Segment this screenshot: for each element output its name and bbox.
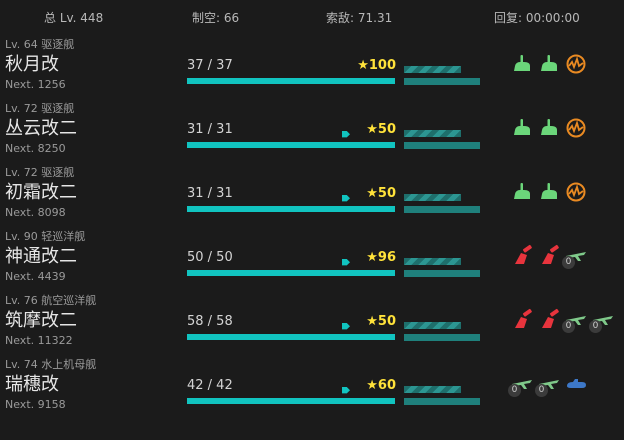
condition-bar [404, 398, 480, 405]
main-gun-icon[interactable] [537, 244, 561, 268]
condition-bar-striped [404, 194, 461, 201]
ship-row[interactable]: Lv. 72 驱逐舰 丛云改二 Next. 8250 31 / 31 ★50 [0, 98, 624, 162]
gun-icon[interactable] [510, 52, 534, 76]
ship-next-exp: Next. 1256 [5, 78, 66, 91]
gun-icon[interactable] [537, 52, 561, 76]
ship-row[interactable]: Lv. 74 水上机母舰 瑞穗改 Next. 9158 42 / 42 ★60 0 0 [0, 354, 624, 418]
ship-morale: ★50 [366, 186, 396, 201]
fleet-summary: 总 Lv. 448 制空: 66 索敌: 71.31 回复: 00:00:00 [0, 0, 624, 34]
ship-next-exp: Next. 9158 [5, 398, 66, 411]
ship-hp-bar [187, 142, 395, 148]
gun-icon[interactable] [510, 180, 534, 204]
condition-bar-striped [404, 322, 461, 329]
ship-morale: ★100 [357, 58, 396, 73]
ship-hp-bar [187, 206, 395, 212]
condition-bar-striped [404, 130, 461, 137]
air-control: 制空: 66 [192, 11, 240, 25]
ship-next-exp: Next. 11322 [5, 334, 73, 347]
main-gun-icon[interactable] [510, 308, 534, 332]
condition-bar [404, 270, 480, 277]
ship-row[interactable]: Lv. 72 驱逐舰 初霜改二 Next. 8098 31 / 31 ★50 [0, 162, 624, 226]
gun-icon[interactable] [537, 180, 561, 204]
ship-hp-text: 58 / 58 [187, 314, 233, 329]
gun-icon[interactable] [537, 116, 561, 140]
ship-morale: ★60 [366, 378, 396, 393]
seaplane-icon[interactable]: 0 [562, 244, 588, 269]
ship-hp-bar [187, 334, 395, 340]
condition-bar [404, 78, 480, 85]
ship-hp-text: 50 / 50 [187, 250, 233, 265]
tag-icon [342, 188, 350, 202]
condition-bar [404, 334, 480, 341]
proficiency-badge: 0 [508, 384, 521, 397]
seaplane-icon[interactable]: 0 [535, 372, 561, 397]
ship-name[interactable]: 秋月改 [5, 50, 59, 76]
ship-hp-text: 42 / 42 [187, 378, 233, 393]
condition-bar-striped [404, 66, 461, 73]
tag-icon [342, 124, 350, 138]
proficiency-badge: 0 [562, 320, 575, 333]
aa-fire-director-icon[interactable] [564, 116, 588, 140]
ship-hp-text: 31 / 31 [187, 122, 233, 137]
ship-row[interactable]: Lv. 76 航空巡洋舰 筑摩改二 Next. 11322 58 / 58 ★50 0 0 [0, 290, 624, 354]
aa-fire-director-icon[interactable] [564, 52, 588, 76]
ship-morale: ★50 [366, 122, 396, 137]
ship-hp-bar [187, 398, 395, 404]
ship-name[interactable]: 神通改二 [5, 242, 77, 268]
main-gun-icon[interactable] [537, 308, 561, 332]
proficiency-badge: 0 [562, 256, 575, 269]
ship-hp-bar [187, 78, 395, 84]
ship-row[interactable]: Lv. 64 驱逐舰 秋月改 Next. 1256 37 / 37 ★100 [0, 34, 624, 98]
seaplane-icon[interactable]: 0 [562, 308, 588, 333]
ship-hp-text: 31 / 31 [187, 186, 233, 201]
repair-timer: 回复: 00:00:00 [494, 11, 580, 25]
seaplane-icon[interactable]: 0 [589, 308, 615, 333]
submarine-icon[interactable] [564, 372, 588, 396]
ship-row[interactable]: Lv. 90 轻巡洋舰 神通改二 Next. 4439 50 / 50 ★96 0 [0, 226, 624, 290]
tag-icon [342, 380, 350, 394]
ship-name[interactable]: 瑞穗改 [5, 370, 59, 396]
ship-hp-text: 37 / 37 [187, 58, 233, 73]
aa-fire-director-icon[interactable] [564, 180, 588, 204]
gun-icon[interactable] [510, 116, 534, 140]
ship-name[interactable]: 初霜改二 [5, 178, 77, 204]
ship-next-exp: Next. 4439 [5, 270, 66, 283]
condition-bar [404, 142, 480, 149]
tag-icon [342, 252, 350, 266]
ship-name[interactable]: 丛云改二 [5, 114, 77, 140]
ship-name[interactable]: 筑摩改二 [5, 306, 77, 332]
total-level: 总 Lv. 448 [44, 11, 104, 25]
main-gun-icon[interactable] [510, 244, 534, 268]
ship-hp-bar [187, 270, 395, 276]
condition-bar [404, 206, 480, 213]
ship-morale: ★96 [366, 250, 396, 265]
ship-next-exp: Next. 8098 [5, 206, 66, 219]
line-of-sight: 索敌: 71.31 [326, 11, 393, 25]
ship-morale: ★50 [366, 314, 396, 329]
proficiency-badge: 0 [589, 320, 602, 333]
ship-next-exp: Next. 8250 [5, 142, 66, 155]
condition-bar-striped [404, 386, 461, 393]
proficiency-badge: 0 [535, 384, 548, 397]
tag-icon [342, 316, 350, 330]
condition-bar-striped [404, 258, 461, 265]
seaplane-icon[interactable]: 0 [508, 372, 534, 397]
